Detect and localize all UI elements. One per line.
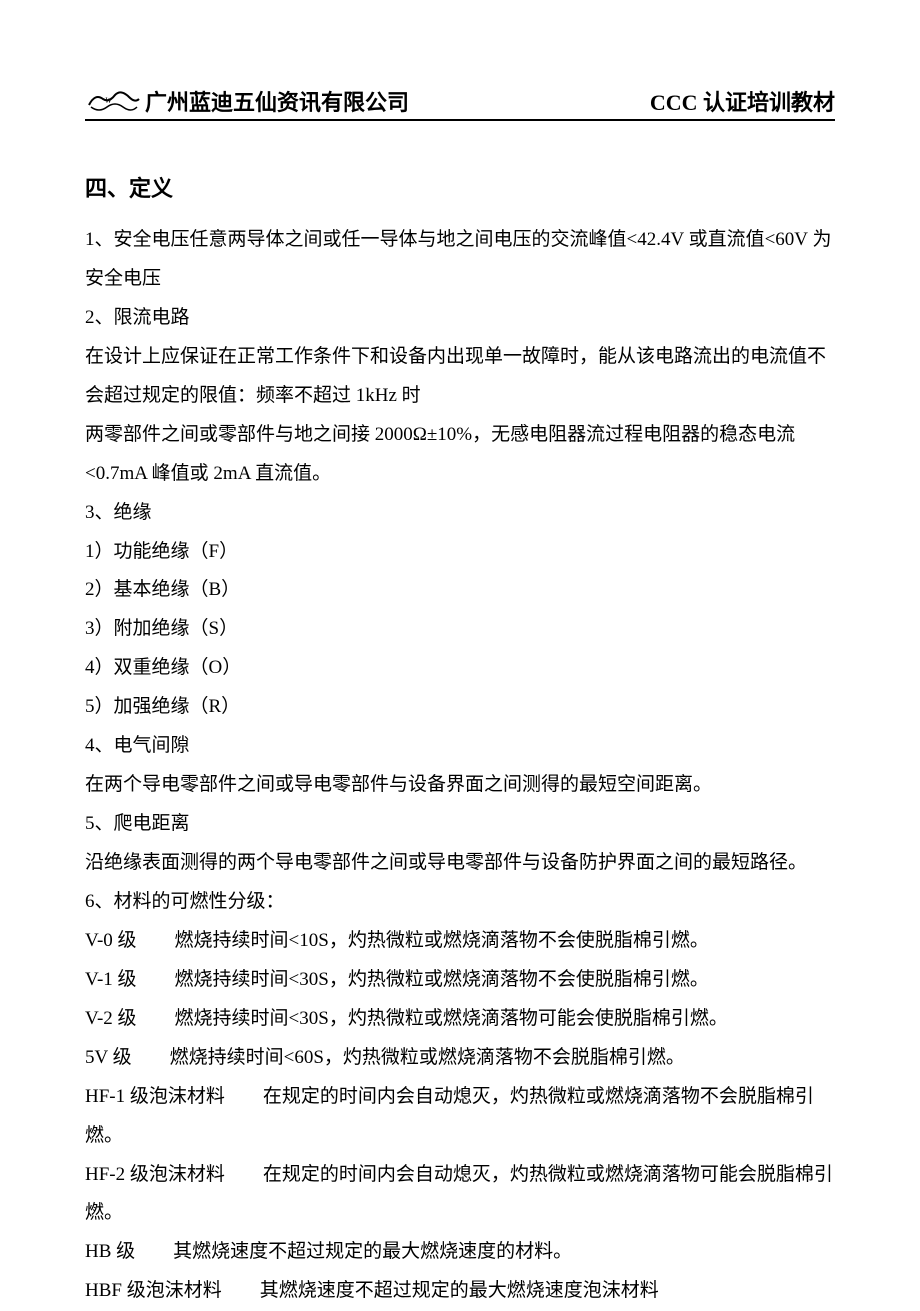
body-line: 在设计上应保证在正常工作条件下和设备内出现单一故障时，能从该电路流出的电流值不会… [85,338,835,416]
body-line: 3）附加绝缘（S） [85,610,835,649]
body-line: HF-2 级泡沫材料 在规定的时间内会自动熄灭，灼热微粒或燃烧滴落物可能会脱脂棉… [85,1156,835,1234]
page-header: W 广州蓝迪五仙资讯有限公司 CCC 认证培训教材 [85,85,835,121]
body-line: 2）基本绝缘（B） [85,571,835,610]
body-line: V-1 级 燃烧持续时间<30S，灼热微粒或燃烧滴落物不会使脱脂棉引燃。 [85,961,835,1000]
company-name: 广州蓝迪五仙资讯有限公司 [145,85,409,117]
body-line: HBF 级泡沫材料 其燃烧速度不超过规定的最大燃烧速度泡沫材料 [85,1272,835,1311]
body-line: 1）功能绝缘（F） [85,533,835,572]
body-line: V-0 级 燃烧持续时间<10S，灼热微粒或燃烧滴落物不会使脱脂棉引燃。 [85,922,835,961]
company-logo-icon: W [85,85,143,115]
body-line: 5V 级 燃烧持续时间<60S，灼热微粒或燃烧滴落物不会脱脂棉引燃。 [85,1039,835,1078]
body-line: V-2 级 燃烧持续时间<30S，灼热微粒或燃烧滴落物可能会使脱脂棉引燃。 [85,1000,835,1039]
body-line: 5、爬电距离 [85,805,835,844]
header-left: W 广州蓝迪五仙资讯有限公司 [85,85,409,117]
body-line: 沿绝缘表面测得的两个导电零部件之间或导电零部件与设备防护界面之间的最短路径。 [85,844,835,883]
body-line: 5）加强绝缘（R） [85,688,835,727]
body-line: 2、限流电路 [85,299,835,338]
body-content: 1、安全电压任意两导体之间或任一导体与地之间电压的交流峰值<42.4V 或直流值… [85,221,835,1311]
body-line: 4）双重绝缘（O） [85,649,835,688]
body-line: 两零部件之间或零部件与地之间接 2000Ω±10%，无感电阻器流过程电阻器的稳态… [85,416,835,494]
body-line: 3、绝缘 [85,494,835,533]
body-line: 4、电气间隙 [85,727,835,766]
body-line: HB 级 其燃烧速度不超过规定的最大燃烧速度的材料。 [85,1233,835,1272]
body-line: 在两个导电零部件之间或导电零部件与设备界面之间测得的最短空间距离。 [85,766,835,805]
body-line: 1、安全电压任意两导体之间或任一导体与地之间电压的交流峰值<42.4V 或直流值… [85,221,835,299]
body-line: HF-1 级泡沫材料 在规定的时间内会自动熄灭，灼热微粒或燃烧滴落物不会脱脂棉引… [85,1078,835,1156]
doc-title: CCC 认证培训教材 [650,85,835,117]
section-title: 四、定义 [85,171,835,203]
body-line: 6、材料的可燃性分级： [85,883,835,922]
